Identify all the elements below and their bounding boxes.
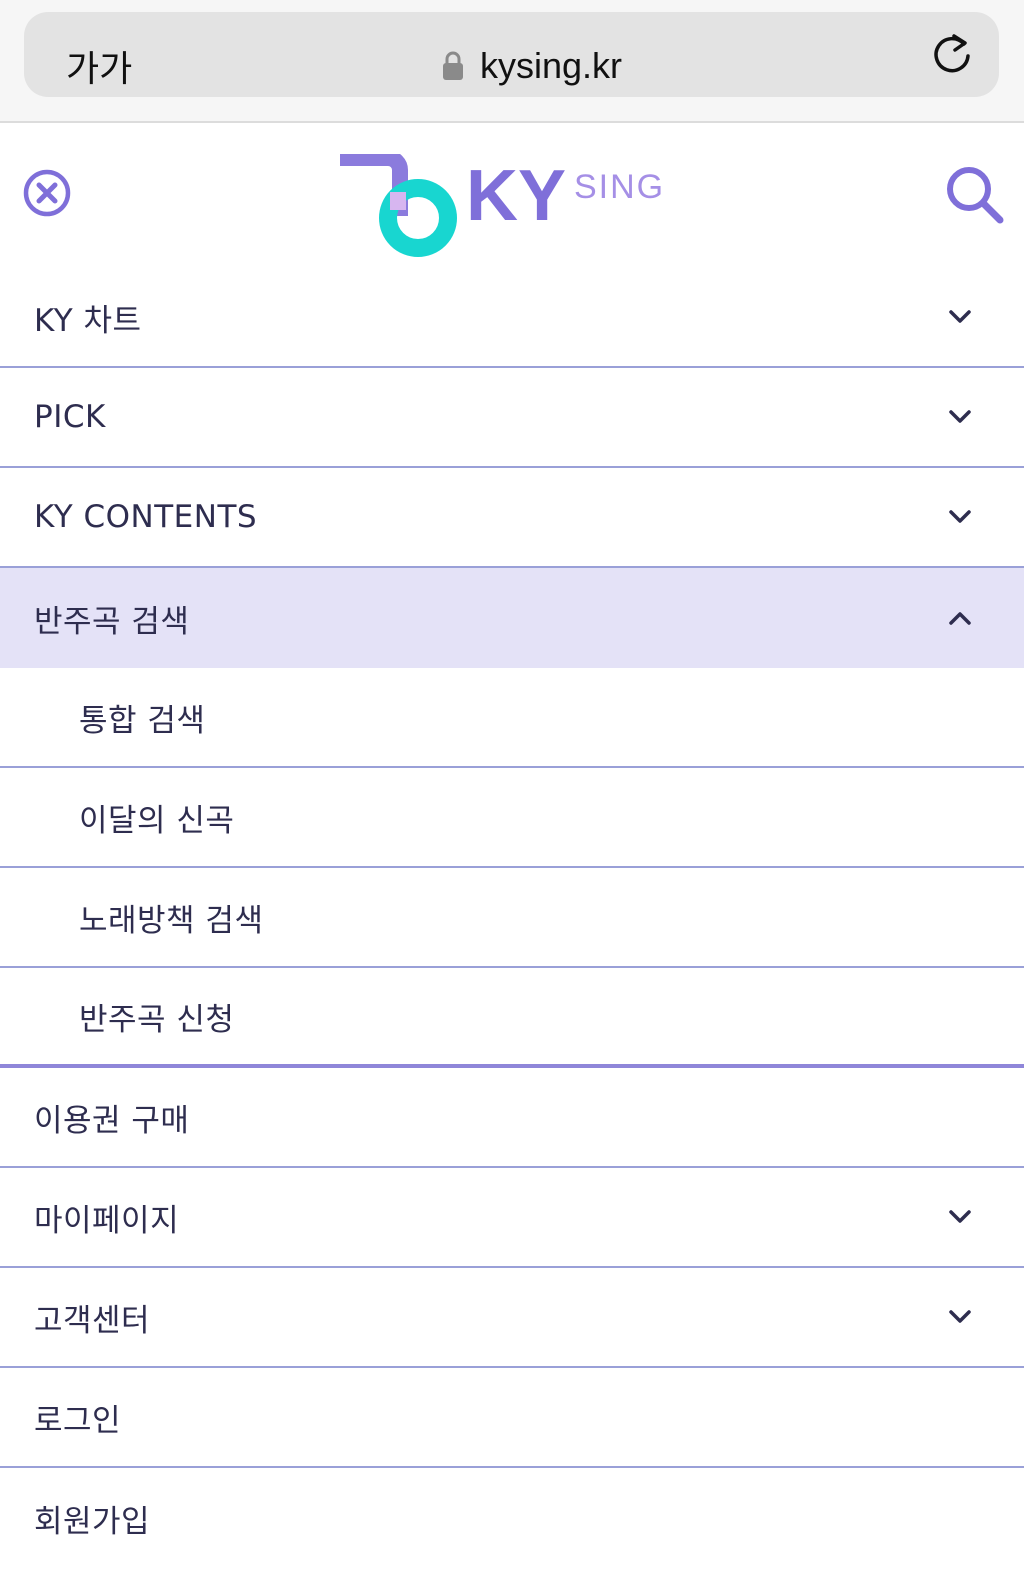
- submenu-item-songbook-search[interactable]: 노래방책 검색: [0, 868, 1024, 968]
- menu-item-ticket-purchase[interactable]: 이용권 구매: [0, 1068, 1024, 1168]
- menu-item-my-page[interactable]: 마이페이지: [0, 1168, 1024, 1268]
- text-size-button[interactable]: 가가: [66, 40, 132, 92]
- menu-item-customer-center[interactable]: 고객센터: [0, 1268, 1024, 1368]
- menu-item-label: 고객센터: [34, 1302, 151, 1339]
- submenu-item-label: 이달의 신곡: [79, 802, 235, 839]
- menu-item-label: PICK: [34, 399, 106, 435]
- address-bar[interactable]: 가가 kysing.kr: [24, 12, 999, 97]
- submenu-item-integrated-search[interactable]: 통합 검색: [0, 668, 1024, 768]
- chevron-down-icon[interactable]: [948, 1309, 972, 1325]
- logo-subtext: SING: [574, 168, 665, 206]
- menu-item-label: KY CONTENTS: [34, 499, 258, 535]
- menu-item-ky-contents[interactable]: KY CONTENTS: [0, 468, 1024, 568]
- browser-toolbar: 가가 kysing.kr: [0, 0, 1024, 123]
- menu-item-label: 반주곡 검색: [34, 603, 190, 640]
- site-header: KY SING: [0, 124, 1024, 268]
- submenu-item-label: 반주곡 신청: [79, 1001, 235, 1038]
- submenu-item-label: 통합 검색: [79, 702, 206, 739]
- chevron-down-icon[interactable]: [948, 309, 972, 325]
- submenu-item-label: 노래방책 검색: [79, 902, 264, 939]
- submenu-item-new-songs[interactable]: 이달의 신곡: [0, 768, 1024, 868]
- menu-item-label: KY 차트: [34, 302, 142, 339]
- chevron-down-icon[interactable]: [948, 509, 972, 525]
- chevron-up-icon[interactable]: [948, 610, 972, 626]
- chevron-down-icon[interactable]: [948, 409, 972, 425]
- chevron-down-icon[interactable]: [948, 1209, 972, 1225]
- url-display[interactable]: kysing.kr: [442, 42, 622, 90]
- reload-icon[interactable]: [928, 30, 976, 78]
- close-icon[interactable]: [22, 168, 72, 218]
- submenu-item-song-request[interactable]: 반주곡 신청: [0, 968, 1024, 1068]
- menu-item-label: 이용권 구매: [34, 1102, 190, 1139]
- menu-item-pick[interactable]: PICK: [0, 368, 1024, 468]
- menu-item-song-search[interactable]: 반주곡 검색: [0, 568, 1024, 668]
- menu-item-ky-chart[interactable]: KY 차트: [0, 268, 1024, 368]
- nav-menu: KY 차트 PICK KY CONTENTS 반주곡 검색 통합 검색 이달의 …: [0, 268, 1024, 1568]
- menu-item-login[interactable]: 로그인: [0, 1368, 1024, 1468]
- menu-item-label: 회원가입: [34, 1503, 151, 1540]
- url-text: kysing.kr: [480, 45, 623, 86]
- menu-item-signup[interactable]: 회원가입: [0, 1468, 1024, 1568]
- kysing-logo[interactable]: KY SING: [338, 154, 678, 262]
- lock-icon: [443, 51, 463, 80]
- search-icon[interactable]: [944, 164, 1004, 224]
- menu-item-label: 마이페이지: [34, 1202, 180, 1239]
- logo-text: KY: [466, 156, 566, 236]
- menu-item-label: 로그인: [34, 1402, 122, 1439]
